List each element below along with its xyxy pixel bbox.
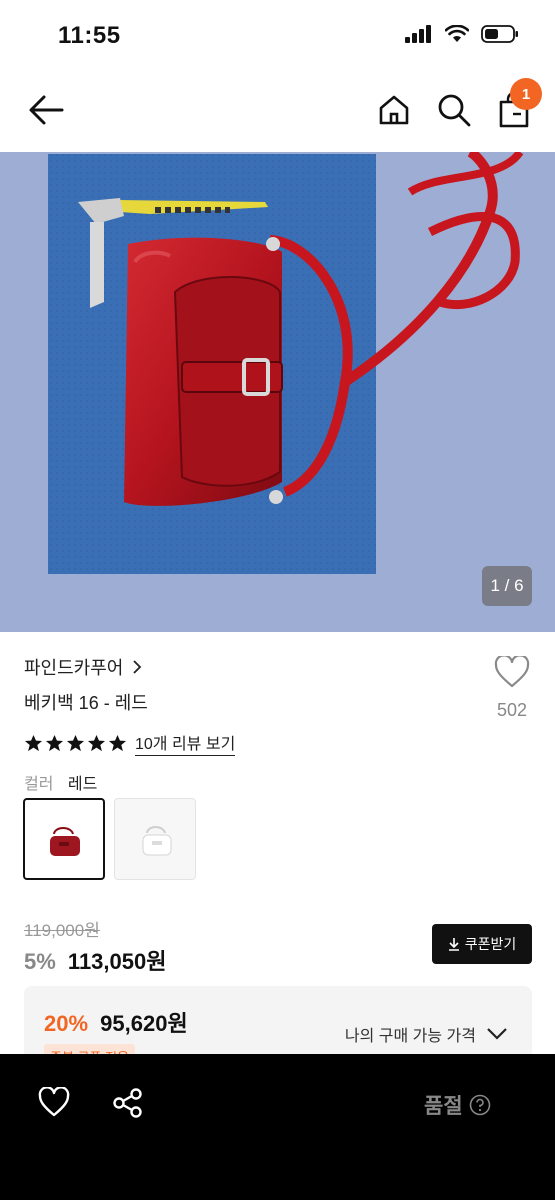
- star-icon: [24, 734, 43, 751]
- color-swatch-white[interactable]: [114, 798, 196, 880]
- heart-icon: [494, 654, 530, 688]
- soldout-button[interactable]: 품절: [424, 1090, 491, 1120]
- brand-link[interactable]: 파인드카푸어: [24, 654, 143, 680]
- color-swatch-red[interactable]: [23, 798, 105, 880]
- my-price-label: 나의 구매 가능 가격: [344, 1028, 476, 1045]
- wifi-icon: [445, 25, 469, 42]
- coupon-button-label: 쿠폰받기: [464, 936, 517, 952]
- like-count: 502: [496, 700, 528, 720]
- download-icon: [448, 938, 459, 951]
- image-counter: 1 / 6: [482, 566, 532, 606]
- product-name: 베키백 16 - 레드: [24, 693, 148, 713]
- soldout-label: 품절: [424, 1095, 463, 1118]
- color-row: 컬러 레드: [24, 770, 97, 794]
- nav-bar: [0, 78, 555, 142]
- home-icon[interactable]: [376, 92, 412, 128]
- star-icon: [108, 734, 127, 751]
- like-button[interactable]: [490, 654, 534, 693]
- search-icon[interactable]: [436, 92, 472, 128]
- discount-rate: 5%: [24, 949, 56, 974]
- white-bag-thumbnail: [142, 826, 172, 856]
- chevron-right-icon: [133, 660, 142, 674]
- sale-price: 113,050원: [67, 949, 167, 974]
- wishlist-heart-icon[interactable]: [38, 1087, 70, 1119]
- bottom-action-bar: 품절: [0, 1054, 555, 1200]
- price-row: 5% 113,050원: [24, 944, 166, 976]
- coupon-download-button[interactable]: 쿠폰받기: [432, 924, 532, 964]
- product-photo: [0, 152, 555, 632]
- star-icon: [87, 734, 106, 751]
- signal-icon: [405, 25, 431, 43]
- share-icon[interactable]: [112, 1087, 144, 1119]
- review-link[interactable]: 10개 리뷰 보기: [135, 730, 236, 756]
- original-price: 119,000원: [24, 921, 100, 940]
- back-arrow-icon[interactable]: [26, 92, 66, 128]
- chevron-down-icon: [487, 1028, 507, 1040]
- best-price: 20% 95,620원: [44, 1006, 188, 1038]
- help-icon: [469, 1094, 490, 1116]
- best-discount-rate: 20%: [44, 1011, 89, 1036]
- status-time: 11:55: [58, 22, 121, 49]
- cart-count-badge: 1: [510, 78, 542, 110]
- brand-name: 파인드카푸어: [24, 658, 124, 678]
- my-price-toggle[interactable]: 나의 구매 가능 가격: [345, 1022, 508, 1046]
- star-icon: [66, 734, 85, 751]
- color-value: 레드: [67, 776, 98, 793]
- color-label: 컬러: [24, 776, 54, 793]
- rating-stars: [24, 734, 127, 753]
- battery-icon: [481, 25, 518, 43]
- star-icon: [45, 734, 64, 751]
- best-price-value: 95,620원: [100, 1011, 188, 1036]
- rating-row: 10개 리뷰 보기: [24, 730, 236, 756]
- red-bag-thumbnail: [50, 827, 80, 856]
- product-image[interactable]: [0, 152, 555, 632]
- status-bar: 11:55: [0, 0, 555, 70]
- status-icons: [405, 24, 519, 44]
